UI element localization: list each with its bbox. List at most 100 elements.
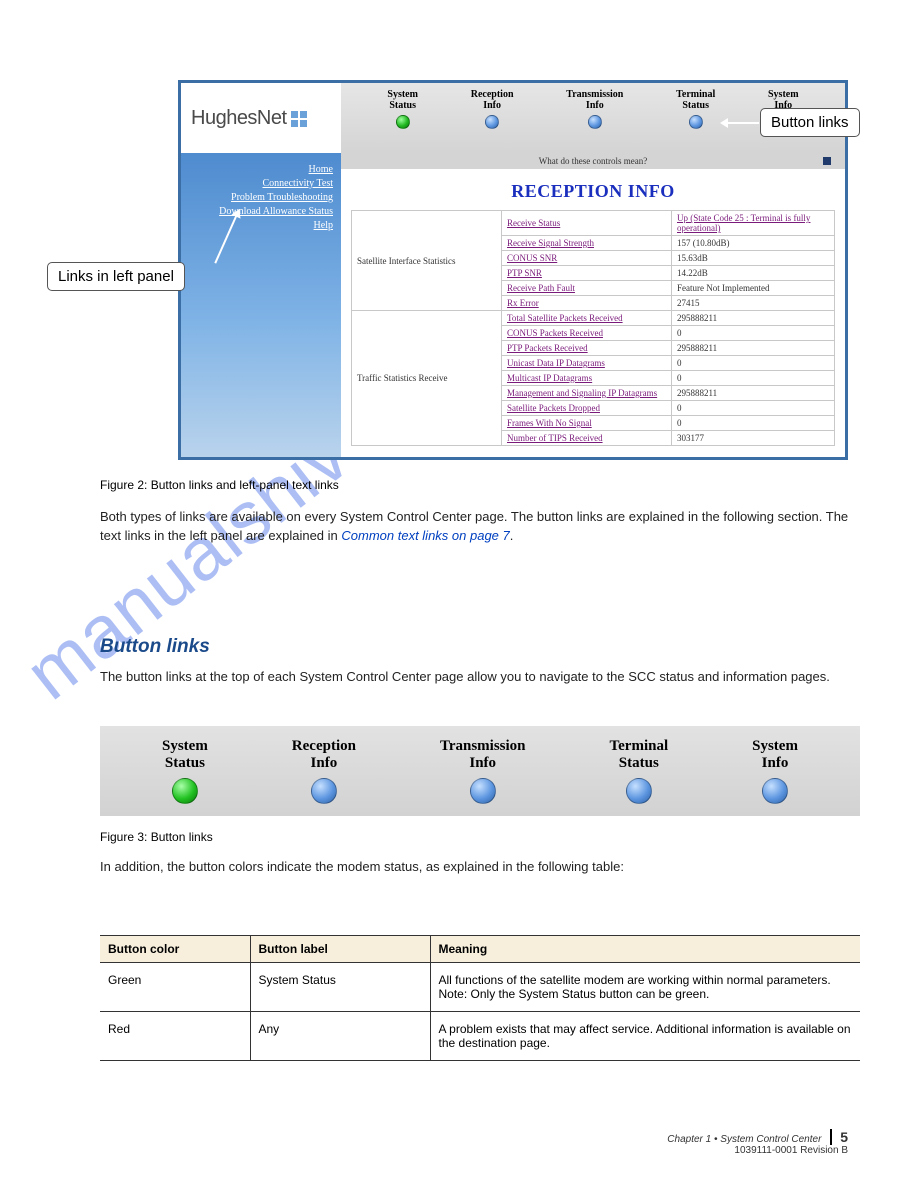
top-button-label-line2: Status bbox=[387, 100, 418, 111]
metric-cell: Rx Error bbox=[502, 296, 672, 311]
value-cell: Up (State Code 25 : Terminal is fully op… bbox=[672, 211, 835, 236]
status-dot-icon bbox=[762, 778, 788, 804]
table-row: Traffic Statistics ReceiveTotal Satellit… bbox=[352, 311, 835, 326]
value-cell: 0 bbox=[672, 416, 835, 431]
metric-link[interactable]: Number of TIPS Received bbox=[507, 433, 603, 443]
metric-cell: Unicast Data IP Datagrams bbox=[502, 356, 672, 371]
metric-cell: Total Satellite Packets Received bbox=[502, 311, 672, 326]
meaning-cell: All functions of the satellite modem are… bbox=[430, 963, 860, 1012]
logo-label: HughesNet bbox=[191, 107, 287, 130]
group-cell: Traffic Statistics Receive bbox=[352, 311, 502, 446]
value-cell: 27415 bbox=[672, 296, 835, 311]
logo-area: HughesNet bbox=[181, 83, 341, 153]
value-link[interactable]: Up (State Code 25 : Terminal is fully op… bbox=[677, 213, 810, 233]
metric-link[interactable]: Receive Status bbox=[507, 218, 560, 228]
big-button-reception-info[interactable]: ReceptionInfo bbox=[292, 738, 356, 804]
stats-table: Satellite Interface Statistics Receive St… bbox=[351, 210, 835, 446]
callout-left-links: Links in left panel bbox=[47, 262, 185, 291]
top-button-transmission-info[interactable]: TransmissionInfo bbox=[566, 89, 623, 129]
metric-link[interactable]: Receive Signal Strength bbox=[507, 238, 594, 248]
metric-link[interactable]: Frames With No Signal bbox=[507, 418, 592, 428]
paragraph-button-links: The button links at the top of each Syst… bbox=[100, 668, 860, 687]
status-dot-icon bbox=[588, 115, 602, 129]
figure2-caption: Figure 2: Button links and left-panel te… bbox=[100, 478, 339, 492]
value-cell: 295888211 bbox=[672, 341, 835, 356]
value-cell: 303177 bbox=[672, 431, 835, 446]
big-button-terminal-status[interactable]: TerminalStatus bbox=[610, 738, 669, 804]
big-button-system-info[interactable]: SystemInfo bbox=[752, 738, 798, 804]
metric-link[interactable]: Receive Path Fault bbox=[507, 283, 575, 293]
status-dot-icon bbox=[396, 115, 410, 129]
metric-cell: Satellite Packets Dropped bbox=[502, 401, 672, 416]
footer-page-number: 5 bbox=[830, 1129, 848, 1145]
top-button-label-line2: Status bbox=[676, 100, 715, 111]
big-button-label-line2: Status bbox=[610, 755, 669, 772]
metric-cell: CONUS SNR bbox=[502, 251, 672, 266]
controls-strip-text[interactable]: What do these controls mean? bbox=[539, 156, 647, 166]
footer-revision: 1039111-0001 Revision B bbox=[667, 1145, 848, 1156]
metric-link[interactable]: Unicast Data IP Datagrams bbox=[507, 358, 605, 368]
flag-icon[interactable] bbox=[823, 157, 831, 165]
big-button-label-line1: System bbox=[162, 738, 208, 755]
metric-cell: CONUS Packets Received bbox=[502, 326, 672, 341]
metric-cell: Receive Path Fault bbox=[502, 281, 672, 296]
big-button-transmission-info[interactable]: TransmissionInfo bbox=[440, 738, 526, 804]
value-cell: 295888211 bbox=[672, 311, 835, 326]
page-title: RECEPTION INFO bbox=[341, 169, 845, 210]
table-row: GreenSystem StatusAll functions of the s… bbox=[100, 963, 860, 1012]
group-cell: Satellite Interface Statistics bbox=[352, 211, 502, 311]
left-link-home[interactable]: Home bbox=[189, 163, 333, 177]
logo-mark-icon bbox=[291, 110, 307, 126]
left-link-download-allowance-status[interactable]: Download Allowance Status bbox=[189, 205, 333, 219]
metric-cell: Receive Status bbox=[502, 211, 672, 236]
metric-link[interactable]: Rx Error bbox=[507, 298, 539, 308]
value-cell: 0 bbox=[672, 356, 835, 371]
metric-link[interactable]: Satellite Packets Dropped bbox=[507, 403, 600, 413]
column-header: Button color bbox=[100, 936, 250, 963]
paragraph-links-explained: Both types of links are available on eve… bbox=[100, 508, 860, 546]
button-colors-table: Button colorButton labelMeaningGreenSyst… bbox=[100, 935, 860, 1061]
metric-cell: Multicast IP Datagrams bbox=[502, 371, 672, 386]
app-topbar: HughesNet SystemStatusReceptionInfoTrans… bbox=[181, 83, 845, 153]
top-button-reception-info[interactable]: ReceptionInfo bbox=[471, 89, 514, 129]
status-dot-icon bbox=[689, 115, 703, 129]
big-button-system-status[interactable]: SystemStatus bbox=[162, 738, 208, 804]
main-pane: What do these controls mean? RECEPTION I… bbox=[341, 153, 845, 457]
page-footer: Chapter 1 • System Control Center 5 1039… bbox=[667, 1129, 848, 1156]
buttons-figure: SystemStatusReceptionInfoTransmissionInf… bbox=[100, 726, 860, 816]
metric-link[interactable]: Multicast IP Datagrams bbox=[507, 373, 592, 383]
value-cell: 14.22dB bbox=[672, 266, 835, 281]
table-row: Satellite Interface StatisticsReceive St… bbox=[352, 211, 835, 236]
left-link-problem-troubleshooting[interactable]: Problem Troubleshooting bbox=[189, 191, 333, 205]
arrow-to-button-links bbox=[723, 122, 759, 124]
metric-link[interactable]: PTP Packets Received bbox=[507, 343, 588, 353]
color-cell: Red bbox=[100, 1012, 250, 1061]
stats-wrap: Satellite Interface Statistics Receive St… bbox=[341, 210, 845, 446]
label-cell: Any bbox=[250, 1012, 430, 1061]
metric-cell: PTP SNR bbox=[502, 266, 672, 281]
paragraph-colors-intro: In addition, the button colors indicate … bbox=[100, 858, 860, 877]
subhead-button-links: Button links bbox=[100, 636, 210, 658]
metric-link[interactable]: PTP SNR bbox=[507, 268, 542, 278]
app-screenshot: HughesNet SystemStatusReceptionInfoTrans… bbox=[178, 80, 848, 460]
metric-link[interactable]: CONUS Packets Received bbox=[507, 328, 603, 338]
label-cell: System Status bbox=[250, 963, 430, 1012]
top-button-label-line2: Info bbox=[566, 100, 623, 111]
metric-link[interactable]: CONUS SNR bbox=[507, 253, 557, 263]
left-link-connectivity-test[interactable]: Connectivity Test bbox=[189, 177, 333, 191]
top-button-system-status[interactable]: SystemStatus bbox=[387, 89, 418, 129]
top-button-label-line1: System bbox=[387, 89, 418, 100]
metric-cell: Management and Signaling IP Datagrams bbox=[502, 386, 672, 401]
big-button-label-line1: Terminal bbox=[610, 738, 669, 755]
metric-link[interactable]: Management and Signaling IP Datagrams bbox=[507, 388, 657, 398]
status-dot-icon bbox=[311, 778, 337, 804]
value-cell: 157 (10.80dB) bbox=[672, 236, 835, 251]
xref-common-text-links[interactable]: Common text links on page 7 bbox=[341, 528, 509, 543]
top-button-label-line2: Info bbox=[471, 100, 514, 111]
big-button-label-line1: Transmission bbox=[440, 738, 526, 755]
metric-link[interactable]: Total Satellite Packets Received bbox=[507, 313, 623, 323]
status-dot-icon bbox=[485, 115, 499, 129]
top-button-terminal-status[interactable]: TerminalStatus bbox=[676, 89, 715, 129]
figure3-caption: Figure 3: Button links bbox=[100, 830, 213, 844]
left-link-help[interactable]: Help bbox=[189, 219, 333, 233]
